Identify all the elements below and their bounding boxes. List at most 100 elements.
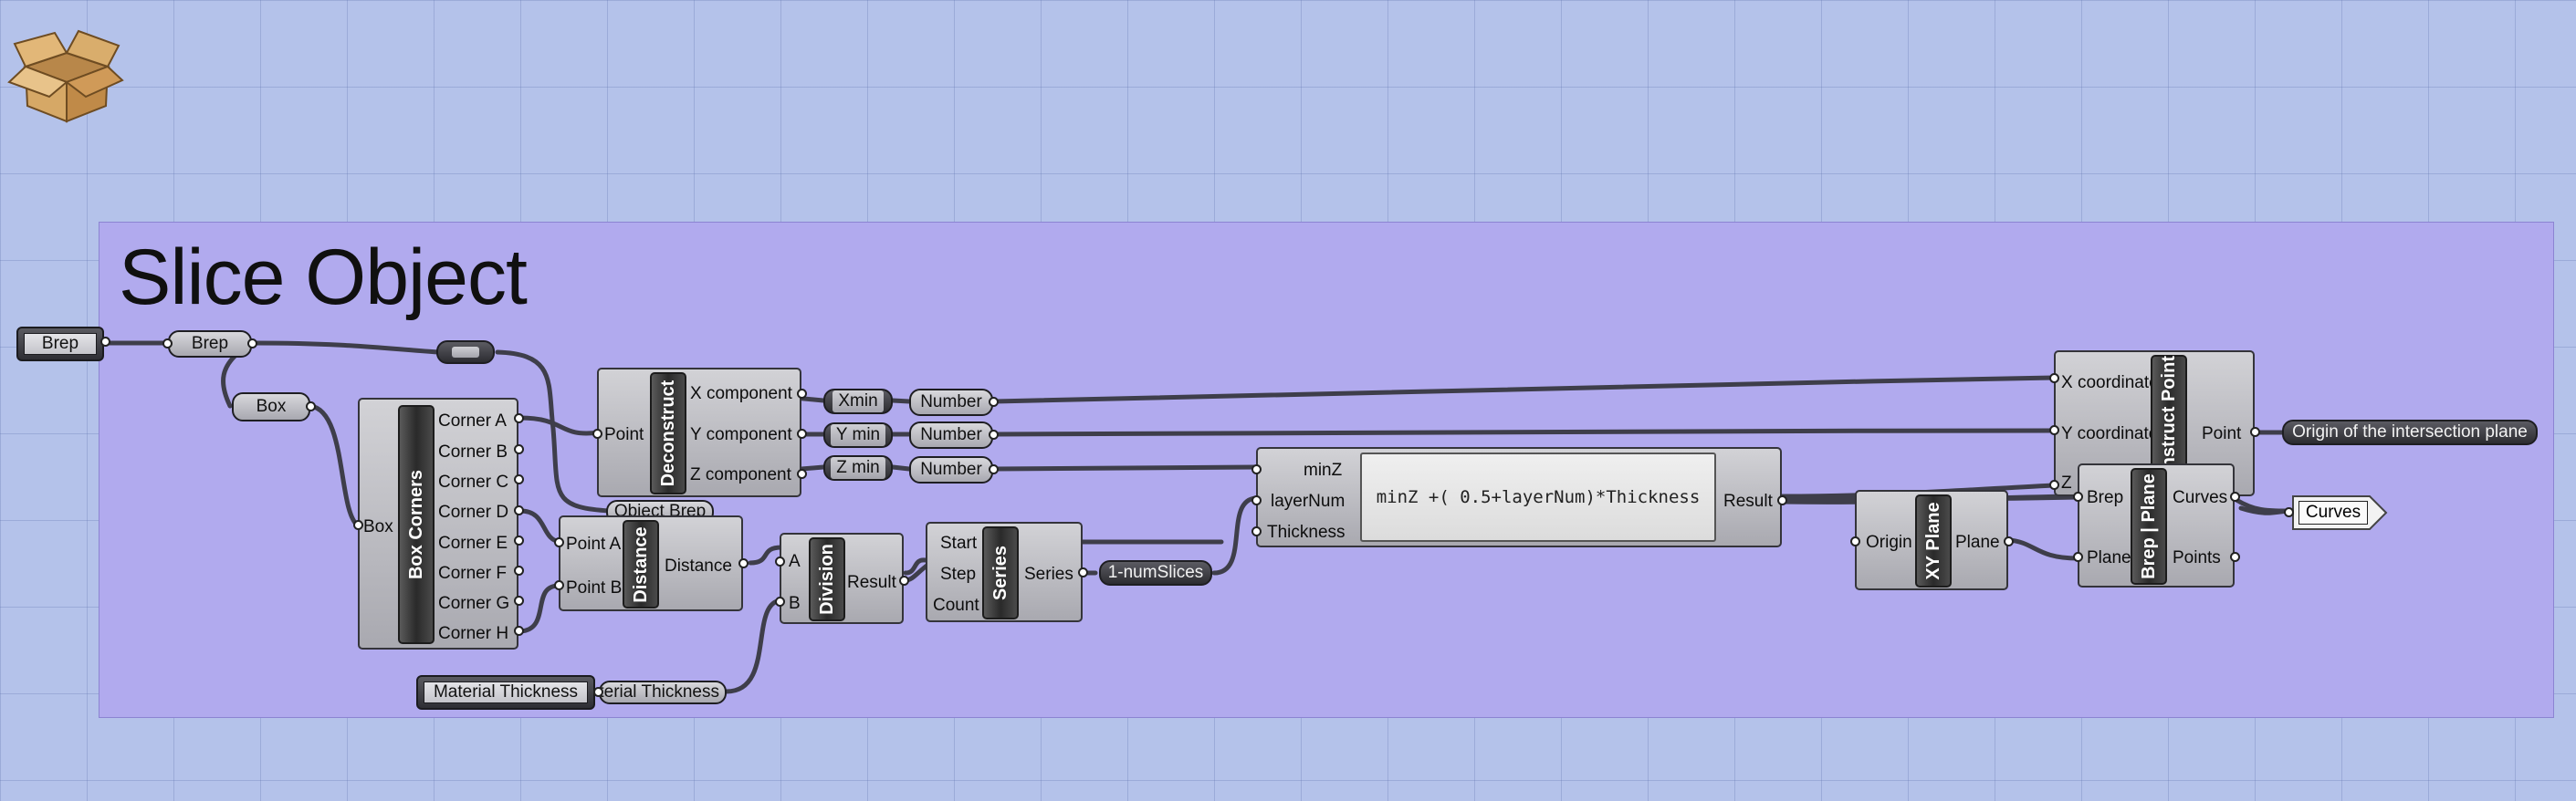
number-param-y[interactable]: Number bbox=[909, 421, 993, 449]
plane-input-port[interactable] bbox=[2073, 552, 2083, 562]
corner-d-port[interactable] bbox=[514, 505, 524, 515]
deconstruct-bar: Deconstruct bbox=[650, 372, 686, 494]
box-corners-output-e: Corner E bbox=[438, 534, 508, 553]
brep-param-outer[interactable]: Brep bbox=[16, 327, 104, 361]
deconstruct-output-x: X component bbox=[690, 384, 792, 403]
box-corners-bar: Box Corners bbox=[398, 405, 435, 644]
brep-relay-output-port[interactable] bbox=[247, 338, 257, 348]
thickness-port[interactable] bbox=[1251, 526, 1262, 536]
deconstruct-output-y: Y component bbox=[690, 425, 792, 444]
box-relay[interactable]: Box bbox=[232, 392, 310, 421]
expression-input-layernum: layerNum bbox=[1271, 492, 1346, 511]
distance-component[interactable]: Point A Point B Distance Distance bbox=[559, 515, 743, 611]
number-param-z[interactable]: Number bbox=[909, 456, 993, 484]
division-input-a-port[interactable] bbox=[775, 557, 785, 567]
ymin-relay[interactable]: Y min bbox=[823, 422, 893, 448]
xy-plane-component[interactable]: Origin XY Plane Plane bbox=[1855, 490, 2008, 590]
number-z-output-port[interactable] bbox=[989, 464, 999, 474]
number-y-output-port[interactable] bbox=[989, 430, 999, 440]
curves-output-param[interactable]: Curves bbox=[2291, 494, 2388, 531]
expression-component[interactable]: minZ layerNum Thickness minZ +( 0.5+laye… bbox=[1256, 447, 1782, 547]
expression-output: Result bbox=[1723, 492, 1773, 511]
z-coordinate-port[interactable] bbox=[2049, 480, 2059, 490]
box-corners-output-d: Corner D bbox=[438, 503, 509, 522]
construct-point-input-z: Z bbox=[2061, 473, 2072, 493]
distance-input-b: Point B bbox=[566, 578, 623, 598]
series-component[interactable]: Start Step Count Series Series bbox=[926, 522, 1083, 622]
material-thickness-input-port[interactable] bbox=[593, 687, 603, 697]
division-bar: Division bbox=[809, 537, 845, 621]
deconstruct-input-port[interactable] bbox=[592, 429, 602, 439]
plane-output-port[interactable] bbox=[2004, 536, 2014, 546]
material-thickness-param[interactable]: Material Thickness bbox=[416, 675, 595, 710]
curves-param-input-port[interactable] bbox=[2284, 507, 2294, 517]
x-component-port[interactable] bbox=[797, 389, 807, 399]
x-coordinate-port[interactable] bbox=[2049, 373, 2059, 383]
box-corners-output-f: Corner F bbox=[438, 564, 507, 583]
brep-plane-output-curves: Curves bbox=[2173, 488, 2228, 507]
deconstruct-input-point: Point bbox=[604, 425, 644, 444]
num-slices-relay[interactable]: 1-numSlices bbox=[1099, 560, 1212, 586]
box-corners-component[interactable]: Box Box Corners Corner A Corner B Corner… bbox=[358, 398, 518, 650]
xy-plane-input-origin: Origin bbox=[1866, 533, 1912, 552]
z-component-port[interactable] bbox=[797, 469, 807, 479]
brep-plane-output-points: Points bbox=[2173, 548, 2221, 567]
distance-output-port[interactable] bbox=[738, 558, 749, 568]
series-output: Series bbox=[1024, 565, 1073, 584]
brep-relay[interactable]: Brep bbox=[168, 330, 252, 358]
brep-outer-output-port[interactable] bbox=[100, 337, 110, 347]
y-coordinate-port[interactable] bbox=[2049, 425, 2059, 435]
corner-c-port[interactable] bbox=[514, 474, 524, 484]
minz-port[interactable] bbox=[1251, 464, 1262, 474]
distance-output: Distance bbox=[665, 557, 732, 576]
division-input-b: B bbox=[789, 594, 801, 613]
division-output-port[interactable] bbox=[899, 576, 909, 586]
zmin-relay[interactable]: Z min bbox=[823, 455, 893, 481]
corner-h-port[interactable] bbox=[514, 626, 524, 636]
number-param-x[interactable]: Number bbox=[909, 389, 993, 416]
material-thickness-relay[interactable]: Material Thickness bbox=[599, 681, 727, 704]
origin-intersection-plane-relay[interactable]: Origin of the intersection plane bbox=[2282, 420, 2538, 445]
brep-relay-pill[interactable] bbox=[436, 340, 495, 364]
box-corners-input-port[interactable] bbox=[353, 520, 363, 530]
brep-plane-bar: Brep | Plane bbox=[2131, 468, 2167, 585]
brep-plane-component[interactable]: Brep Plane Brep | Plane Curves Points bbox=[2078, 463, 2235, 588]
construct-point-output-port[interactable] bbox=[2250, 427, 2260, 437]
curves-output-port[interactable] bbox=[2230, 492, 2240, 502]
box-corners-output-c: Corner C bbox=[438, 473, 509, 492]
distance-input-a: Point A bbox=[566, 535, 622, 554]
corner-f-port[interactable] bbox=[514, 566, 524, 576]
construct-point-output: Point bbox=[2202, 424, 2242, 443]
box-relay-output-port[interactable] bbox=[306, 401, 316, 411]
distance-bar: Distance bbox=[623, 520, 659, 609]
point-a-port[interactable] bbox=[554, 537, 564, 547]
point-b-port[interactable] bbox=[554, 580, 564, 590]
corner-e-port[interactable] bbox=[514, 536, 524, 546]
corner-b-port[interactable] bbox=[514, 444, 524, 454]
corner-a-port[interactable] bbox=[514, 413, 524, 423]
brep-input-port[interactable] bbox=[2073, 492, 2083, 502]
y-component-port[interactable] bbox=[797, 429, 807, 439]
corner-g-port[interactable] bbox=[514, 596, 524, 606]
layernum-port[interactable] bbox=[1251, 495, 1262, 505]
xmin-relay[interactable]: Xmin bbox=[823, 389, 893, 414]
curves-output-label: Curves bbox=[2299, 501, 2368, 525]
division-output: Result bbox=[847, 573, 896, 592]
deconstruct-component[interactable]: Point Deconstruct X component Y componen… bbox=[597, 368, 801, 497]
expression-input-thickness: Thickness bbox=[1267, 523, 1346, 542]
origin-port[interactable] bbox=[1850, 536, 1860, 546]
deconstruct-output-z: Z component bbox=[690, 465, 791, 484]
division-input-b-port[interactable] bbox=[775, 597, 785, 607]
expression-output-port[interactable] bbox=[1777, 495, 1787, 505]
series-output-port[interactable] bbox=[1078, 567, 1088, 577]
number-x-output-port[interactable] bbox=[989, 397, 999, 407]
construct-point-input-x: X coordinate bbox=[2061, 373, 2159, 392]
brep-plane-input-brep: Brep bbox=[2087, 488, 2124, 507]
division-component[interactable]: A B Division Result bbox=[780, 533, 904, 624]
points-output-port[interactable] bbox=[2230, 552, 2240, 562]
series-input-start: Start bbox=[940, 534, 978, 553]
brep-relay-input-port[interactable] bbox=[162, 338, 173, 348]
expression-formula[interactable]: minZ +( 0.5+layerNum)*Thickness bbox=[1360, 453, 1716, 542]
construct-point-input-y: Y coordinate bbox=[2061, 424, 2159, 443]
xy-plane-output: Plane bbox=[1955, 533, 2000, 552]
